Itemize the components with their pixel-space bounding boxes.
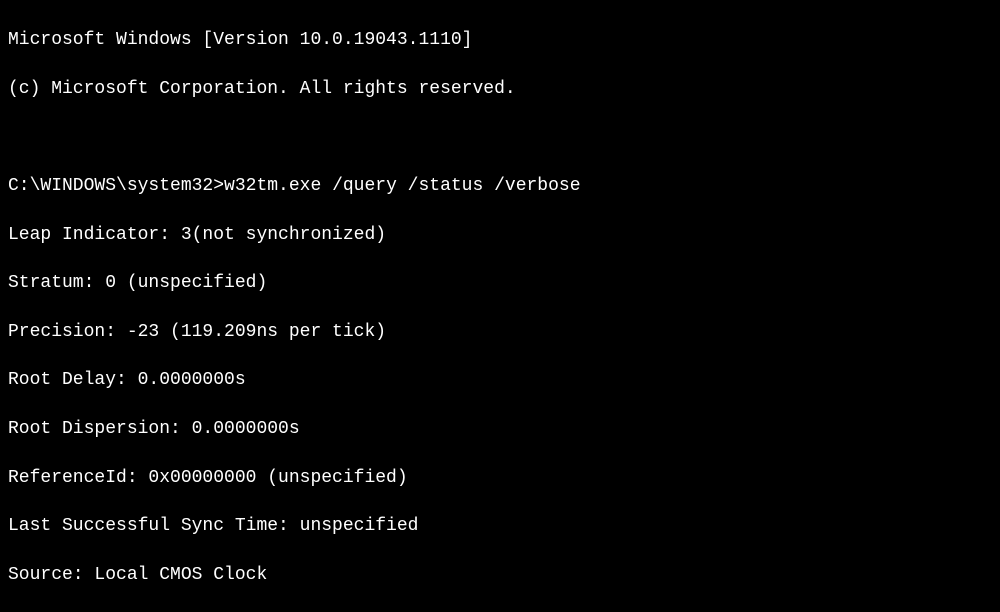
output-reference-id: ReferenceId: 0x00000000 (unspecified) — [8, 466, 992, 490]
output-source: Source: Local CMOS Clock — [8, 563, 992, 587]
blank-line — [8, 125, 992, 149]
output-root-delay: Root Delay: 0.0000000s — [8, 368, 992, 392]
output-stratum: Stratum: 0 (unspecified) — [8, 271, 992, 295]
output-root-dispersion: Root Dispersion: 0.0000000s — [8, 417, 992, 441]
version-line: Microsoft Windows [Version 10.0.19043.11… — [8, 28, 992, 52]
output-last-sync-time: Last Successful Sync Time: unspecified — [8, 514, 992, 538]
output-precision: Precision: -23 (119.209ns per tick) — [8, 320, 992, 344]
entered-command: w32tm.exe /query /status /verbose — [224, 176, 580, 196]
output-leap-indicator: Leap Indicator: 3(not synchronized) — [8, 223, 992, 247]
terminal-output[interactable]: Microsoft Windows [Version 10.0.19043.11… — [8, 4, 992, 612]
prompt-line-1: C:\WINDOWS\system32>w32tm.exe /query /st… — [8, 174, 992, 198]
copyright-line: (c) Microsoft Corporation. All rights re… — [8, 77, 992, 101]
prompt-path: C:\WINDOWS\system32> — [8, 176, 224, 196]
